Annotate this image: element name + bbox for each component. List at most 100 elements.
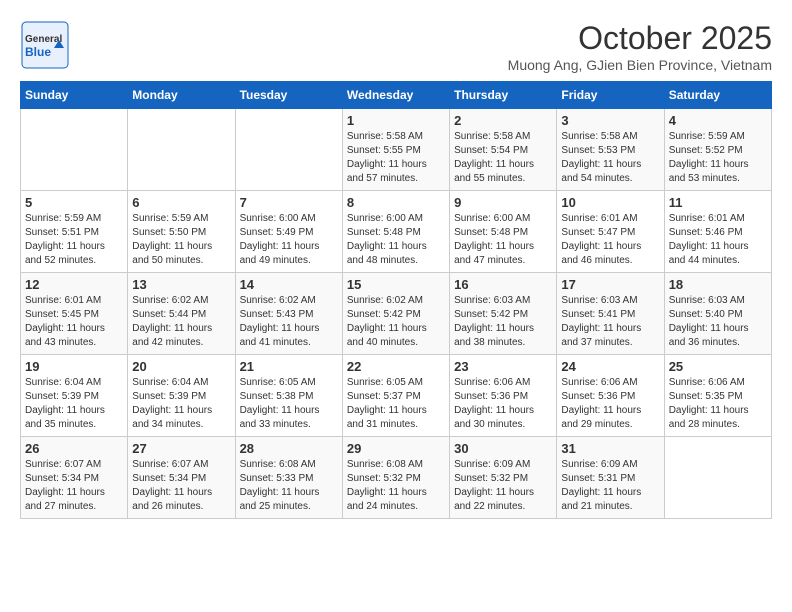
day-number: 26	[25, 441, 123, 456]
calendar-cell: 27 Sunrise: 6:07 AMSunset: 5:34 PMDayligh…	[128, 437, 235, 519]
day-info: Sunrise: 6:06 AMSunset: 5:35 PMDaylight:…	[669, 376, 767, 432]
calendar-week-1: 1 Sunrise: 5:58 AMSunset: 5:55 PMDaylight…	[21, 109, 772, 191]
day-number: 15	[347, 277, 445, 292]
day-info: Sunrise: 6:04 AMSunset: 5:39 PMDaylight:…	[132, 376, 230, 432]
day-number: 17	[561, 277, 659, 292]
day-number: 25	[669, 359, 767, 374]
calendar-cell: 19Sunrise: 6:04 AMSunset: 5:39 PMDayligh…	[21, 355, 128, 437]
calendar-cell: 18Sunrise: 6:03 AMSunset: 5:40 PMDayligh…	[664, 273, 771, 355]
location-title: Muong Ang, GJien Bien Province, Vietnam	[508, 57, 772, 73]
calendar-cell: 23Sunrise: 6:06 AMSunset: 5:36 PMDayligh…	[450, 355, 557, 437]
calendar-cell: 1 Sunrise: 5:58 AMSunset: 5:55 PMDaylight…	[342, 109, 449, 191]
day-info: Sunrise: 6:00 AMSunset: 5:48 PMDaylight:…	[454, 212, 552, 268]
day-info: Sunrise: 6:07 AMSunset: 5:34 PMDaylight:…	[132, 458, 230, 514]
svg-text:Blue: Blue	[25, 45, 51, 59]
day-info: Sunrise: 6:03 AMSunset: 5:42 PMDaylight:…	[454, 294, 552, 350]
calendar-cell	[128, 109, 235, 191]
calendar-week-3: 12 Sunrise: 6:01 AMSunset: 5:45 PMDayligh…	[21, 273, 772, 355]
day-info: Sunrise: 6:05 AMSunset: 5:37 PMDaylight:…	[347, 376, 445, 432]
calendar-cell: 26 Sunrise: 6:07 AMSunset: 5:34 PMDayligh…	[21, 437, 128, 519]
day-number: 28	[240, 441, 338, 456]
calendar-cell: 24 Sunrise: 6:06 AMSunset: 5:36 PMDayligh…	[557, 355, 664, 437]
day-number: 10	[561, 195, 659, 210]
calendar-table: SundayMondayTuesdayWednesdayThursdayFrid…	[20, 81, 772, 519]
day-info: Sunrise: 5:59 AMSunset: 5:50 PMDaylight:…	[132, 212, 230, 268]
month-title: October 2025	[508, 20, 772, 57]
day-info: Sunrise: 6:06 AMSunset: 5:36 PMDaylight:…	[561, 376, 659, 432]
day-number: 2	[454, 113, 552, 128]
svg-text:General: General	[25, 34, 62, 45]
calendar-cell: 31 Sunrise: 6:09 AMSunset: 5:31 PMDayligh…	[557, 437, 664, 519]
header-monday: Monday	[128, 82, 235, 109]
day-info: Sunrise: 6:01 AMSunset: 5:45 PMDaylight:…	[25, 294, 123, 350]
header-tuesday: Tuesday	[235, 82, 342, 109]
page-header: General Blue October 2025 Muong Ang, GJi…	[20, 20, 772, 73]
calendar-cell: 14Sunrise: 6:02 AMSunset: 5:43 PMDayligh…	[235, 273, 342, 355]
day-info: Sunrise: 6:06 AMSunset: 5:36 PMDaylight:…	[454, 376, 552, 432]
day-number: 7	[240, 195, 338, 210]
day-info: Sunrise: 6:02 AMSunset: 5:42 PMDaylight:…	[347, 294, 445, 350]
calendar-cell: 16 Sunrise: 6:03 AMSunset: 5:42 PMDayligh…	[450, 273, 557, 355]
day-info: Sunrise: 6:03 AMSunset: 5:40 PMDaylight:…	[669, 294, 767, 350]
day-number: 6	[132, 195, 230, 210]
day-info: Sunrise: 6:01 AMSunset: 5:47 PMDaylight:…	[561, 212, 659, 268]
day-number: 22	[347, 359, 445, 374]
day-info: Sunrise: 6:01 AMSunset: 5:46 PMDaylight:…	[669, 212, 767, 268]
logo-icon: General Blue	[20, 20, 70, 70]
day-info: Sunrise: 6:09 AMSunset: 5:32 PMDaylight:…	[454, 458, 552, 514]
day-info: Sunrise: 5:58 AMSunset: 5:55 PMDaylight:…	[347, 130, 445, 186]
title-block: October 2025 Muong Ang, GJien Bien Provi…	[508, 20, 772, 73]
day-number: 16	[454, 277, 552, 292]
day-number: 14	[240, 277, 338, 292]
header-wednesday: Wednesday	[342, 82, 449, 109]
calendar-week-4: 19 Sunrise: 6:04 AMSunset: 5:39 PMDayligh…	[21, 355, 772, 437]
day-number: 1	[347, 113, 445, 128]
calendar-cell: 12 Sunrise: 6:01 AMSunset: 5:45 PMDayligh…	[21, 273, 128, 355]
day-number: 31	[561, 441, 659, 456]
calendar-cell: 21 Sunrise: 6:05 AMSunset: 5:38 PMDayligh…	[235, 355, 342, 437]
calendar-cell: 9Sunrise: 6:00 AMSunset: 5:48 PMDaylight…	[450, 191, 557, 273]
calendar-cell: 6 Sunrise: 5:59 AMSunset: 5:50 PMDaylight…	[128, 191, 235, 273]
header-saturday: Saturday	[664, 82, 771, 109]
logo: General Blue	[20, 20, 70, 70]
calendar-cell: 25 Sunrise: 6:06 AMSunset: 5:35 PMDayligh…	[664, 355, 771, 437]
calendar-cell: 17 Sunrise: 6:03 AMSunset: 5:41 PMDayligh…	[557, 273, 664, 355]
day-number: 27	[132, 441, 230, 456]
day-info: Sunrise: 5:59 AMSunset: 5:52 PMDaylight:…	[669, 130, 767, 186]
calendar-cell: 13 Sunrise: 6:02 AMSunset: 5:44 PMDayligh…	[128, 273, 235, 355]
calendar-cell	[21, 109, 128, 191]
day-info: Sunrise: 6:03 AMSunset: 5:41 PMDaylight:…	[561, 294, 659, 350]
calendar-cell: 2 Sunrise: 5:58 AMSunset: 5:54 PMDaylight…	[450, 109, 557, 191]
calendar-cell: 15 Sunrise: 6:02 AMSunset: 5:42 PMDayligh…	[342, 273, 449, 355]
day-info: Sunrise: 6:02 AMSunset: 5:44 PMDaylight:…	[132, 294, 230, 350]
day-info: Sunrise: 5:58 AMSunset: 5:54 PMDaylight:…	[454, 130, 552, 186]
day-number: 3	[561, 113, 659, 128]
calendar-cell: 7 Sunrise: 6:00 AMSunset: 5:49 PMDaylight…	[235, 191, 342, 273]
day-info: Sunrise: 6:05 AMSunset: 5:38 PMDaylight:…	[240, 376, 338, 432]
day-info: Sunrise: 6:08 AMSunset: 5:32 PMDaylight:…	[347, 458, 445, 514]
day-number: 12	[25, 277, 123, 292]
day-number: 24	[561, 359, 659, 374]
day-number: 4	[669, 113, 767, 128]
day-info: Sunrise: 6:00 AMSunset: 5:48 PMDaylight:…	[347, 212, 445, 268]
day-number: 21	[240, 359, 338, 374]
calendar-cell	[664, 437, 771, 519]
calendar-cell: 20 Sunrise: 6:04 AMSunset: 5:39 PMDayligh…	[128, 355, 235, 437]
calendar-week-5: 26 Sunrise: 6:07 AMSunset: 5:34 PMDayligh…	[21, 437, 772, 519]
calendar-cell: 22 Sunrise: 6:05 AMSunset: 5:37 PMDayligh…	[342, 355, 449, 437]
day-number: 20	[132, 359, 230, 374]
calendar-cell	[235, 109, 342, 191]
day-number: 11	[669, 195, 767, 210]
day-number: 8	[347, 195, 445, 210]
calendar-cell: 28 Sunrise: 6:08 AMSunset: 5:33 PMDayligh…	[235, 437, 342, 519]
calendar-cell: 30 Sunrise: 6:09 AMSunset: 5:32 PMDayligh…	[450, 437, 557, 519]
day-info: Sunrise: 6:07 AMSunset: 5:34 PMDaylight:…	[25, 458, 123, 514]
day-number: 19	[25, 359, 123, 374]
calendar-cell: 4 Sunrise: 5:59 AMSunset: 5:52 PMDaylight…	[664, 109, 771, 191]
day-number: 30	[454, 441, 552, 456]
day-info: Sunrise: 6:08 AMSunset: 5:33 PMDaylight:…	[240, 458, 338, 514]
day-info: Sunrise: 6:09 AMSunset: 5:31 PMDaylight:…	[561, 458, 659, 514]
day-info: Sunrise: 6:00 AMSunset: 5:49 PMDaylight:…	[240, 212, 338, 268]
calendar-week-2: 5Sunrise: 5:59 AMSunset: 5:51 PMDaylight…	[21, 191, 772, 273]
day-number: 13	[132, 277, 230, 292]
